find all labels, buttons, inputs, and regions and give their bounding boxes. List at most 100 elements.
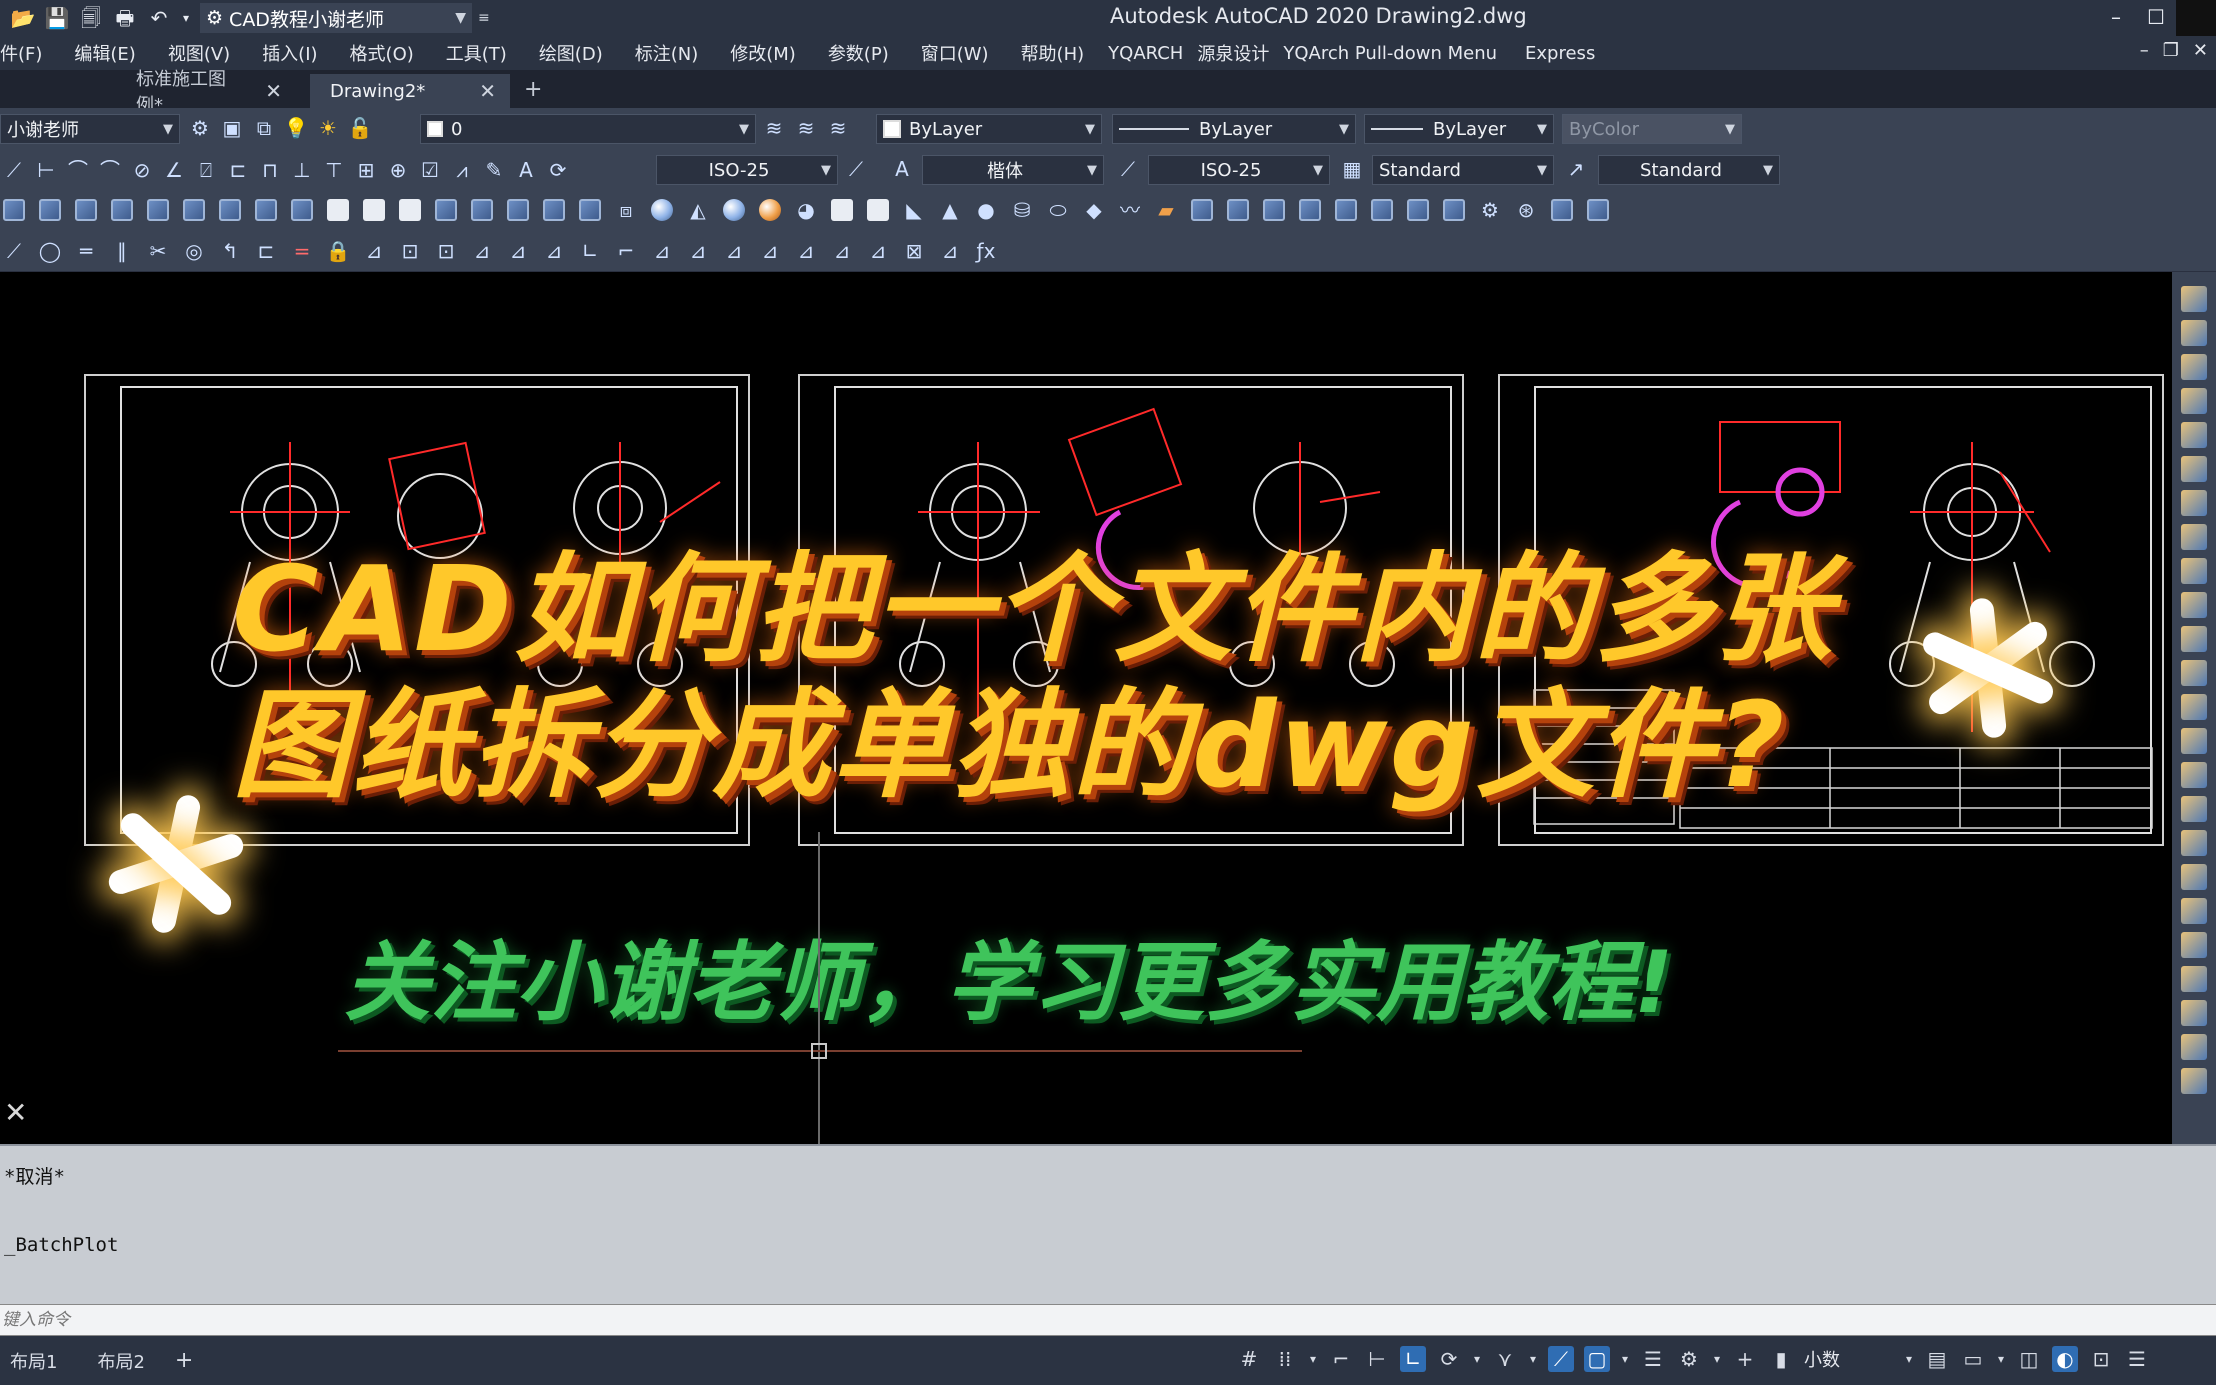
command-input[interactable]: 键入命令 — [0, 1304, 2216, 1336]
menu-modify[interactable]: 修改(M) — [730, 40, 796, 66]
mesh-sphere-icon[interactable]: ● — [972, 196, 1000, 224]
slice-icon[interactable] — [363, 199, 385, 221]
center-mark-icon[interactable]: ⊕ — [384, 156, 412, 184]
constraint-1-icon[interactable]: ⊿ — [360, 237, 388, 265]
object-snap-tracking-icon[interactable]: ⟋ — [1548, 1346, 1574, 1372]
close-icon[interactable]: ✕ — [479, 79, 496, 103]
array-3d-icon[interactable] — [1263, 199, 1285, 221]
dim-continue-icon[interactable]: ⊓ — [256, 156, 284, 184]
palette-tool-icon[interactable] — [2181, 830, 2207, 856]
ucs-icon[interactable]: ∟ — [576, 237, 604, 265]
linetype-combo[interactable]: ByLayer ▼ — [1112, 114, 1356, 144]
menu-yqarch-pulldown[interactable]: YQArch Pull-down Menu — [1283, 43, 1497, 64]
color-combo[interactable]: ByLayer ▼ — [876, 114, 1102, 144]
ucs-9-icon[interactable]: ⊿ — [864, 237, 892, 265]
menu-window[interactable]: 窗口(W) — [921, 40, 989, 66]
polar-tracking-icon[interactable]: ⟳ — [1436, 1346, 1462, 1372]
palette-tool-icon[interactable] — [2181, 626, 2207, 652]
graphics-icon[interactable]: ◫ — [2016, 1346, 2042, 1372]
inspect-icon[interactable]: ☑ — [416, 156, 444, 184]
camera-icon[interactable] — [1551, 199, 1573, 221]
layer-combo[interactable]: 0 ▼ — [420, 114, 756, 144]
undo-icon[interactable]: ↶ — [146, 5, 172, 31]
layer-properties-icon[interactable]: ⧉ — [250, 114, 278, 142]
union-icon[interactable] — [255, 199, 277, 221]
palette-tool-icon[interactable] — [2181, 354, 2207, 380]
sphere-blue-icon[interactable] — [723, 199, 745, 221]
donut-icon[interactable]: ◎ — [180, 237, 208, 265]
menu-dimension[interactable]: 标注(N) — [635, 40, 699, 66]
palette-tool-icon[interactable] — [2181, 1034, 2207, 1060]
constraint-5-icon[interactable]: ⊿ — [504, 237, 532, 265]
qat-customize-icon[interactable]: ≡ — [478, 10, 490, 26]
snap-icon[interactable]: ⁞⁞ — [1272, 1346, 1298, 1372]
fly-icon[interactable]: ⊛ — [1512, 196, 1540, 224]
layout-tab-2[interactable]: 布局2 — [97, 1348, 144, 1374]
tab-drawing2[interactable]: Drawing2* ✕ — [310, 74, 510, 108]
layer-match-icon[interactable]: ≋ — [824, 114, 852, 142]
menu-format[interactable]: 格式(O) — [350, 40, 414, 66]
menu-help[interactable]: 帮助(H) — [1021, 40, 1085, 66]
dimstyle-manager-icon[interactable]: ⟋ — [842, 155, 870, 183]
palette-tool-icon[interactable] — [2181, 592, 2207, 618]
layer-lock-icon[interactable]: 🔓 — [346, 114, 374, 142]
dim-angular-icon[interactable]: ∠ — [160, 156, 188, 184]
palette-tool-icon[interactable] — [2181, 456, 2207, 482]
section-icon[interactable] — [471, 199, 493, 221]
palette-tool-icon[interactable] — [2181, 286, 2207, 312]
close-icon[interactable]: ✕ — [4, 1096, 27, 1129]
isodraft-icon[interactable]: ⋎ — [1492, 1346, 1518, 1372]
auto-constrain-icon[interactable]: ⊿ — [936, 237, 964, 265]
loft-icon[interactable] — [219, 199, 241, 221]
table-style-icon[interactable]: ▦ — [1338, 155, 1366, 183]
lineweight-icon[interactable]: ☰ — [1640, 1346, 1666, 1372]
print-icon[interactable]: 🖶 — [112, 5, 138, 31]
close-icon[interactable] — [2176, 0, 2216, 36]
wipeout-icon[interactable]: ⊏ — [252, 237, 280, 265]
mesh-box-icon[interactable] — [831, 199, 853, 221]
sweep-icon[interactable] — [147, 199, 169, 221]
text-style-icon[interactable]: A — [888, 155, 916, 183]
chamfer-edge-icon[interactable] — [1335, 199, 1357, 221]
palette-tool-icon[interactable] — [2181, 524, 2207, 550]
palette-tool-icon[interactable] — [2181, 660, 2207, 686]
ucs-4-icon[interactable]: ⊿ — [684, 237, 712, 265]
palette-tool-icon[interactable] — [2181, 1068, 2207, 1094]
dim-radius-icon[interactable]: ⊘ — [128, 156, 156, 184]
wedge-icon[interactable] — [39, 199, 61, 221]
box-icon[interactable] — [3, 199, 25, 221]
palette-tool-icon[interactable] — [2181, 932, 2207, 958]
tab-standard-legend[interactable]: 标准施工图例* ✕ — [0, 69, 296, 116]
polar-dropdown-icon[interactable]: ▾ — [1472, 1346, 1482, 1372]
add-layout-icon[interactable]: + — [175, 1348, 193, 1373]
parameters-manager-icon[interactable]: ƒx — [972, 237, 1000, 265]
undo-dropdown-icon[interactable]: ▾ — [180, 5, 192, 31]
menu-insert[interactable]: 插入(I) — [262, 40, 317, 66]
constraint-3-icon[interactable]: ⊡ — [432, 237, 460, 265]
workspace-settings-icon[interactable]: ▣ — [218, 114, 246, 142]
palette-tool-icon[interactable] — [2181, 422, 2207, 448]
convert-to-solid-icon[interactable] — [1371, 199, 1393, 221]
mleader-style-combo[interactable]: Standard ▼ — [1598, 155, 1780, 185]
dimstyle-icon[interactable]: ⟋ — [1114, 155, 1142, 183]
menu-edit[interactable]: 编辑(E) — [74, 40, 135, 66]
palette-tool-icon[interactable] — [2181, 694, 2207, 720]
units-icon[interactable]: ▮ — [1768, 1346, 1794, 1372]
dim-space-icon[interactable]: ⊥ — [288, 156, 316, 184]
ucs-8-icon[interactable]: ⊿ — [828, 237, 856, 265]
menu-express[interactable]: Express — [1525, 43, 1595, 64]
lock-icon[interactable]: 🔒 — [324, 237, 352, 265]
menu-tools[interactable]: 工具(T) — [446, 40, 507, 66]
units-dropdown-icon[interactable]: ▾ — [1904, 1346, 1914, 1372]
trim-icon[interactable]: ✂ — [144, 237, 172, 265]
plus-icon[interactable]: + — [1732, 1346, 1758, 1372]
material-sphere-icon[interactable] — [759, 199, 781, 221]
doc-close-icon[interactable]: ✕ — [2193, 40, 2208, 61]
separate-icon[interactable]: ⧈ — [612, 196, 640, 224]
interfere-icon[interactable] — [435, 199, 457, 221]
revolve-icon[interactable] — [183, 199, 205, 221]
dim-arc-icon[interactable]: ⌒ — [64, 156, 92, 184]
doc-minimize-icon[interactable]: – — [2140, 40, 2149, 61]
extend-icon[interactable]: ↰ — [216, 237, 244, 265]
dynamic-input-icon[interactable]: ⊢ — [1364, 1346, 1390, 1372]
